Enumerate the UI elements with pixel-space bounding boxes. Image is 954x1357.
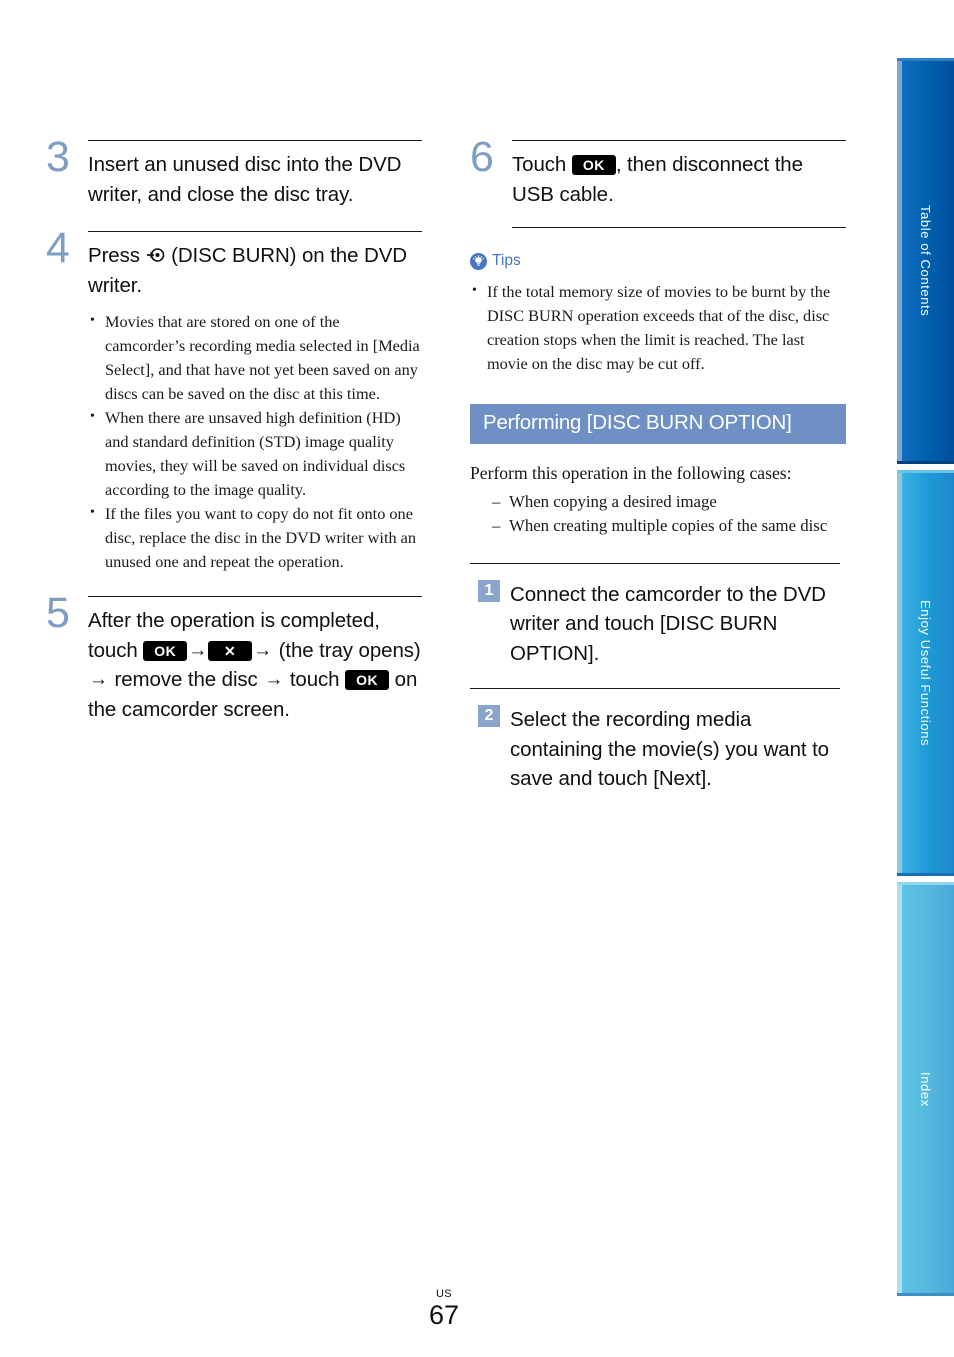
ok-button[interactable]: OK [571, 155, 616, 175]
step-text: Insert an unused disc into the DVD write… [88, 153, 402, 206]
arrow-icon: → [253, 639, 273, 661]
page-number: 67 [428, 1300, 460, 1330]
numbered-step-2: 2 Select the recording media containing … [470, 688, 846, 794]
tab-inner: Enjoy Useful Functions [897, 473, 954, 873]
step-body: Touch OK, then disconnect the USB cable. [512, 141, 846, 209]
manual-page: 3 Insert an unused disc into the DVD wri… [0, 0, 954, 1357]
step-6-bottom-divider [512, 227, 846, 228]
case-item: When creating multiple copies of the sam… [492, 514, 846, 539]
side-tab-enjoy-useful-functions[interactable]: Enjoy Useful Functions [897, 470, 954, 876]
step-number: 3 [46, 133, 70, 181]
step-number: 6 [470, 133, 494, 181]
arrow-icon: → [264, 669, 284, 690]
step-text: After the operation is completed, touch … [88, 606, 422, 724]
tip-item: If the total memory size of movies to be… [470, 279, 846, 376]
right-column: 6 Touch OK, then disconnect the USB cabl… [470, 136, 846, 794]
section-heading: Performing [DISC BURN OPTION] [470, 404, 846, 444]
disc-burn-icon [146, 244, 166, 264]
side-tab-table-of-contents[interactable]: Table of Contents [897, 58, 954, 464]
close-button[interactable]: ✕ [208, 640, 253, 661]
section-intro: Perform this operation in the following … [470, 462, 792, 483]
tips-label: Tips [492, 252, 521, 269]
tips-header: Tips [470, 252, 846, 270]
side-tab-index[interactable]: Index [897, 882, 954, 1296]
ok-button[interactable]: OK [345, 670, 390, 690]
step-text-part: remove the disc [108, 668, 264, 691]
section-cases: When copying a desired image When creati… [470, 490, 846, 539]
tab-inner: Index [897, 885, 954, 1293]
side-tab-label: Table of Contents [918, 205, 933, 317]
step-body: Insert an unused disc into the DVD write… [88, 141, 422, 209]
country-code: US [435, 1288, 453, 1300]
ok-button[interactable]: OK [143, 640, 188, 661]
note-item: If the files you want to copy do not fit… [88, 501, 422, 574]
note-item: When there are unsaved high definition (… [88, 405, 422, 502]
side-tab-label: Enjoy Useful Functions [918, 599, 933, 747]
arrow-icon: → [89, 669, 108, 690]
step-divider [470, 562, 840, 564]
step-body: Press (DISC BURN) on the DVD writer. Mov… [88, 232, 422, 574]
step-divider [470, 688, 840, 689]
step-5: 5 After the operation is completed, touc… [46, 592, 422, 724]
step-text-part: (the tray opens) [273, 638, 421, 662]
page-footer: US 67 [0, 1288, 888, 1330]
case-item: When copying a desired image [492, 490, 846, 515]
step-3: 3 Insert an unused disc into the DVD wri… [46, 136, 422, 209]
numbered-step-1: 1 Connect the camcorder to the DVD write… [470, 562, 846, 669]
step-badge: 1 [478, 579, 500, 602]
step-body: Connect the camcorder to the DVD writer … [510, 580, 846, 669]
step-text: Press (DISC BURN) on the DVD writer. [88, 241, 422, 300]
lightbulb-icon [470, 252, 487, 270]
step-text: Touch OK, then disconnect the USB cable. [512, 150, 846, 209]
step-6: 6 Touch OK, then disconnect the USB cabl… [470, 136, 846, 209]
step-number: 4 [46, 224, 70, 272]
step-body: After the operation is completed, touch … [88, 597, 422, 724]
step-body: Select the recording media containing th… [510, 705, 846, 794]
step-text-before-button: Touch [512, 153, 572, 176]
step-badge: 2 [478, 705, 500, 727]
side-tab-navigation: Table of Contents Enjoy Useful Functions… [897, 58, 954, 1296]
side-tab-label: Index [918, 1071, 933, 1107]
tips-list: If the total memory size of movies to be… [470, 279, 846, 376]
step-text: Connect the camcorder to the DVD writer … [510, 582, 826, 665]
step-number: 5 [46, 589, 70, 637]
tips-block: Tips If the total memory size of movies … [470, 252, 846, 376]
step-text: Select the recording media containing th… [510, 708, 829, 790]
step-4-notes: Movies that are stored on one of the cam… [88, 309, 422, 574]
step-4: 4 Press (DISC BURN) on the DVD writer. M… [46, 227, 422, 574]
tab-inner: Table of Contents [897, 61, 954, 461]
step-text-before-icon: Press [88, 244, 146, 267]
left-column: 3 Insert an unused disc into the DVD wri… [46, 136, 422, 730]
note-item: Movies that are stored on one of the cam… [88, 309, 422, 406]
arrow-icon: → [188, 639, 208, 661]
step-text-part: touch [284, 668, 346, 691]
